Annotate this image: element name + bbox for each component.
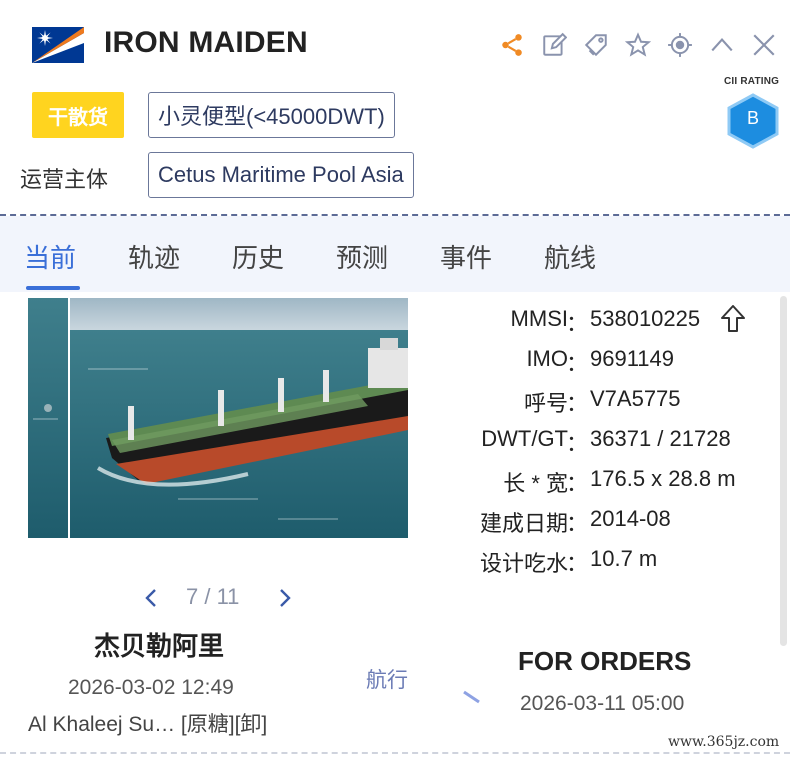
info-value: 36371 / 21728: [590, 426, 731, 451]
arrival-port: FOR ORDERS: [518, 646, 692, 676]
info-label: IMO: [526, 346, 568, 371]
star-icon[interactable]: [623, 30, 653, 60]
info-label: 建成日期: [479, 511, 568, 536]
ship-photo: [28, 298, 408, 538]
info-draft: 设计吃水 ： 10.7 m: [400, 546, 780, 576]
info-dimensions: 长 * 宽 ： 176.5 x 28.8 m: [400, 466, 780, 496]
info-value: 538010225: [590, 306, 701, 331]
close-icon[interactable]: [749, 30, 779, 60]
next-photo-icon[interactable]: [274, 584, 296, 612]
info-imo: IMO ： 9691149: [400, 346, 780, 376]
active-tab-indicator: [26, 286, 80, 290]
photo-pager: 7 / 11: [186, 584, 240, 609]
info-build-date: 建成日期 ： 2014-08: [400, 506, 780, 536]
info-value: 2014-08: [590, 506, 671, 531]
scrollbar[interactable]: [780, 296, 787, 646]
info-value: 10.7 m: [590, 546, 658, 571]
cii-rating-label: CII RATING: [724, 76, 780, 87]
info-colon: ：: [566, 551, 589, 576]
tab-events[interactable]: 事件: [440, 238, 492, 275]
info-value: 9691149: [590, 346, 675, 371]
tab-track[interactable]: 轨迹: [128, 238, 180, 275]
info-mmsi: MMSI ： 538010225: [400, 304, 780, 336]
info-colon: ：: [566, 471, 589, 496]
bottom-divider: [0, 752, 790, 754]
tab-current[interactable]: 当前: [24, 238, 76, 275]
tab-bar: 当前 轨迹 历史 预测 事件 航线: [0, 216, 790, 292]
departure-place: Al Khaleej Su… [原糖][卸]: [28, 713, 268, 736]
info-label: DWT/GT: [481, 426, 568, 451]
prev-photo-icon[interactable]: [140, 584, 162, 612]
info-colon: ：: [566, 391, 589, 416]
info-colon: ：: [566, 351, 589, 376]
info-colon: ：: [566, 311, 589, 336]
size-class-tag: 小灵便型(<45000DWT): [148, 92, 395, 138]
route-arrow-icon: [298, 690, 480, 704]
info-colon: ：: [566, 511, 589, 536]
departure-port[interactable]: 杰贝勒阿里: [94, 626, 224, 663]
tab-forecast[interactable]: 预测: [336, 238, 388, 275]
info-dwt-gt: DWT/GT ： 36371 / 21728: [400, 426, 780, 456]
share-icon[interactable]: [497, 30, 527, 60]
arrival-time: 2026-03-11 05:00: [520, 692, 685, 715]
tag-icon[interactable]: [581, 30, 611, 60]
flag-icon: [32, 27, 84, 63]
tab-routes[interactable]: 航线: [544, 238, 596, 275]
watermark: www.365jz.com: [668, 734, 780, 750]
operator-value[interactable]: Cetus Maritime Pool Asia: [148, 152, 414, 198]
ship-header: IRON MAIDEN: [0, 0, 790, 90]
info-value: 176.5 x 28.8 m: [590, 466, 736, 491]
info-colon: ：: [566, 431, 589, 456]
ship-name: IRON MAIDEN: [104, 26, 308, 59]
info-callsign: 呼号 ： V7A5775: [400, 386, 780, 416]
edit-icon[interactable]: [539, 30, 569, 60]
info-label: 长 * 宽: [503, 471, 568, 496]
ship-photo-carousel[interactable]: [28, 298, 408, 538]
info-label: 设计吃水: [479, 551, 568, 576]
ship-type-tag: 干散货: [32, 92, 124, 138]
locate-icon[interactable]: [665, 30, 695, 60]
info-label: 呼号: [523, 391, 568, 416]
info-label: MMSI: [510, 306, 568, 331]
info-value: V7A5775: [590, 386, 681, 411]
departure-time: 2026-03-02 12:49: [68, 676, 234, 699]
cii-rating-value: B: [746, 108, 759, 128]
collapse-icon[interactable]: [707, 30, 737, 60]
operator-label: 运营主体: [20, 167, 109, 192]
tab-history[interactable]: 历史: [232, 238, 284, 275]
upload-arrow-icon[interactable]: [720, 304, 746, 334]
